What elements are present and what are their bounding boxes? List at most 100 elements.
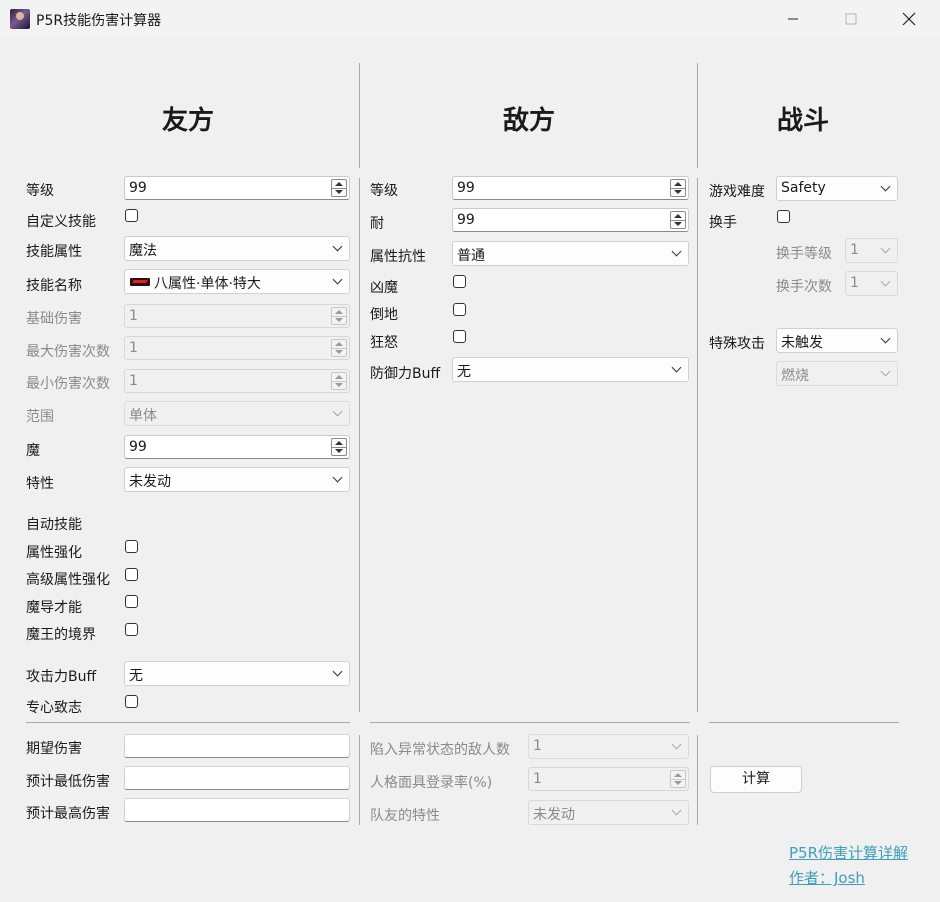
separator (697, 735, 698, 825)
magic-spinbox[interactable]: 99 (124, 435, 350, 459)
special-attack-value: 未触发 (781, 335, 823, 351)
ally-section-title: 友方 (161, 106, 214, 136)
resist-select[interactable]: 普通 (452, 241, 689, 266)
max-hits-spinbox[interactable]: 1 (124, 336, 350, 360)
min-hits-spinbox[interactable]: 1 (124, 369, 350, 393)
demon-realm-checkbox[interactable] (125, 623, 138, 636)
chevron-down-icon (671, 246, 682, 257)
maximize-button[interactable] (822, 0, 880, 38)
atk-buff-label: 攻击力Buff (26, 669, 97, 685)
spin-arrows-icon[interactable] (331, 339, 347, 357)
enemy-level-value: 99 (457, 180, 475, 196)
chevron-down-icon (671, 739, 682, 750)
magic-value: 99 (129, 439, 147, 455)
minimize-icon (788, 18, 798, 20)
resist-value: 普通 (457, 248, 485, 264)
atk-buff-select[interactable]: 无 (124, 661, 350, 686)
def-buff-label: 防御力Buff (370, 366, 441, 382)
switch-label: 换手 (709, 215, 737, 231)
ominous-checkbox[interactable] (453, 275, 466, 288)
max-damage-field[interactable] (124, 798, 350, 822)
chevron-down-icon (671, 362, 682, 373)
concentrate-checkbox[interactable] (125, 695, 138, 708)
switch-level-label: 换手等级 (776, 246, 832, 262)
close-button[interactable] (880, 0, 938, 38)
spin-arrows-icon[interactable] (331, 307, 347, 325)
rage-checkbox[interactable] (453, 330, 466, 343)
chevron-down-icon (880, 181, 891, 192)
teammate-trait-select[interactable]: 未发动 (528, 800, 689, 825)
skill-name-label: 技能名称 (26, 278, 82, 294)
skill-name-select[interactable]: 八属性·单体·特大 (124, 269, 350, 294)
expected-damage-field[interactable] (124, 734, 350, 758)
special-attack-label: 特殊攻击 (709, 336, 765, 352)
difficulty-label: 游戏难度 (709, 184, 765, 200)
base-damage-value: 1 (129, 308, 138, 324)
chevron-down-icon (332, 666, 343, 677)
chevron-down-icon (332, 472, 343, 483)
skill-type-icon (130, 278, 150, 286)
range-select[interactable]: 单体 (124, 401, 350, 426)
spin-arrows-icon[interactable] (331, 438, 347, 456)
spin-arrows-icon[interactable] (670, 770, 686, 788)
switch-level-select[interactable]: 1 (845, 238, 898, 263)
spin-arrows-icon[interactable] (670, 179, 686, 197)
spin-arrows-icon[interactable] (331, 179, 347, 197)
base-damage-spinbox[interactable]: 1 (124, 304, 350, 328)
spin-arrows-icon[interactable] (331, 372, 347, 390)
ally-level-value: 99 (129, 180, 147, 196)
attr-boost-checkbox[interactable] (125, 540, 138, 553)
down-checkbox[interactable] (453, 303, 466, 316)
close-icon (902, 12, 916, 26)
switch-level-value: 1 (850, 242, 859, 258)
trait-value: 未发动 (129, 474, 171, 490)
difficulty-select[interactable]: Safety (776, 176, 898, 201)
separator (697, 178, 698, 712)
minimize-button[interactable] (764, 0, 822, 38)
separator (709, 722, 899, 723)
switch-count-select[interactable]: 1 (845, 271, 898, 296)
magic-ability-checkbox[interactable] (125, 595, 138, 608)
calculate-button[interactable]: 计算 (710, 766, 802, 793)
def-buff-select[interactable]: 无 (452, 357, 689, 382)
min-damage-field[interactable] (124, 766, 350, 790)
min-damage-label: 预计最低伤害 (26, 774, 110, 790)
skill-attr-select[interactable]: 魔法 (124, 236, 350, 261)
ally-level-spinbox[interactable]: 99 (124, 176, 350, 200)
special-attack-select[interactable]: 未触发 (776, 328, 898, 353)
min-hits-label: 最小伤害次数 (26, 376, 110, 392)
skill-attr-label: 技能属性 (26, 244, 82, 260)
spin-arrows-icon[interactable] (670, 211, 686, 229)
abnormal-enemies-select[interactable]: 1 (528, 734, 689, 759)
separator (359, 178, 360, 712)
range-label: 范围 (26, 409, 54, 425)
chevron-down-icon (332, 274, 343, 285)
max-hits-label: 最大伤害次数 (26, 344, 110, 360)
max-damage-label: 预计最高伤害 (26, 806, 110, 822)
switch-count-value: 1 (850, 275, 859, 291)
trait-select[interactable]: 未发动 (124, 467, 350, 492)
skill-attr-value: 魔法 (129, 243, 157, 259)
magic-ability-label: 魔导才能 (26, 600, 82, 616)
persona-rate-spinbox[interactable]: 1 (528, 767, 689, 791)
author-link[interactable]: 作者：Josh (789, 867, 865, 888)
enemy-level-label: 等级 (370, 183, 398, 199)
adv-attr-boost-label: 高级属性强化 (26, 572, 110, 588)
endurance-spinbox[interactable]: 99 (452, 208, 689, 232)
custom-skill-label: 自定义技能 (26, 214, 96, 230)
special-sub-select[interactable]: 燃烧 (776, 361, 898, 386)
enemy-level-spinbox[interactable]: 99 (452, 176, 689, 200)
window-title: P5R技能伤害计算器 (36, 13, 162, 29)
switch-checkbox[interactable] (777, 210, 790, 223)
details-link[interactable]: P5R伤害计算详解 (789, 842, 908, 863)
custom-skill-checkbox[interactable] (125, 209, 138, 222)
battle-section-title: 战斗 (776, 106, 829, 136)
attr-boost-label: 属性强化 (26, 545, 82, 561)
adv-attr-boost-checkbox[interactable] (125, 568, 138, 581)
endurance-value: 99 (457, 212, 475, 228)
ally-level-label: 等级 (26, 183, 54, 199)
ominous-label: 凶魔 (370, 280, 398, 296)
atk-buff-value: 无 (129, 668, 143, 684)
persona-rate-label: 人格面具登录率(%) (370, 775, 493, 791)
teammate-trait-value: 未发动 (533, 807, 575, 823)
